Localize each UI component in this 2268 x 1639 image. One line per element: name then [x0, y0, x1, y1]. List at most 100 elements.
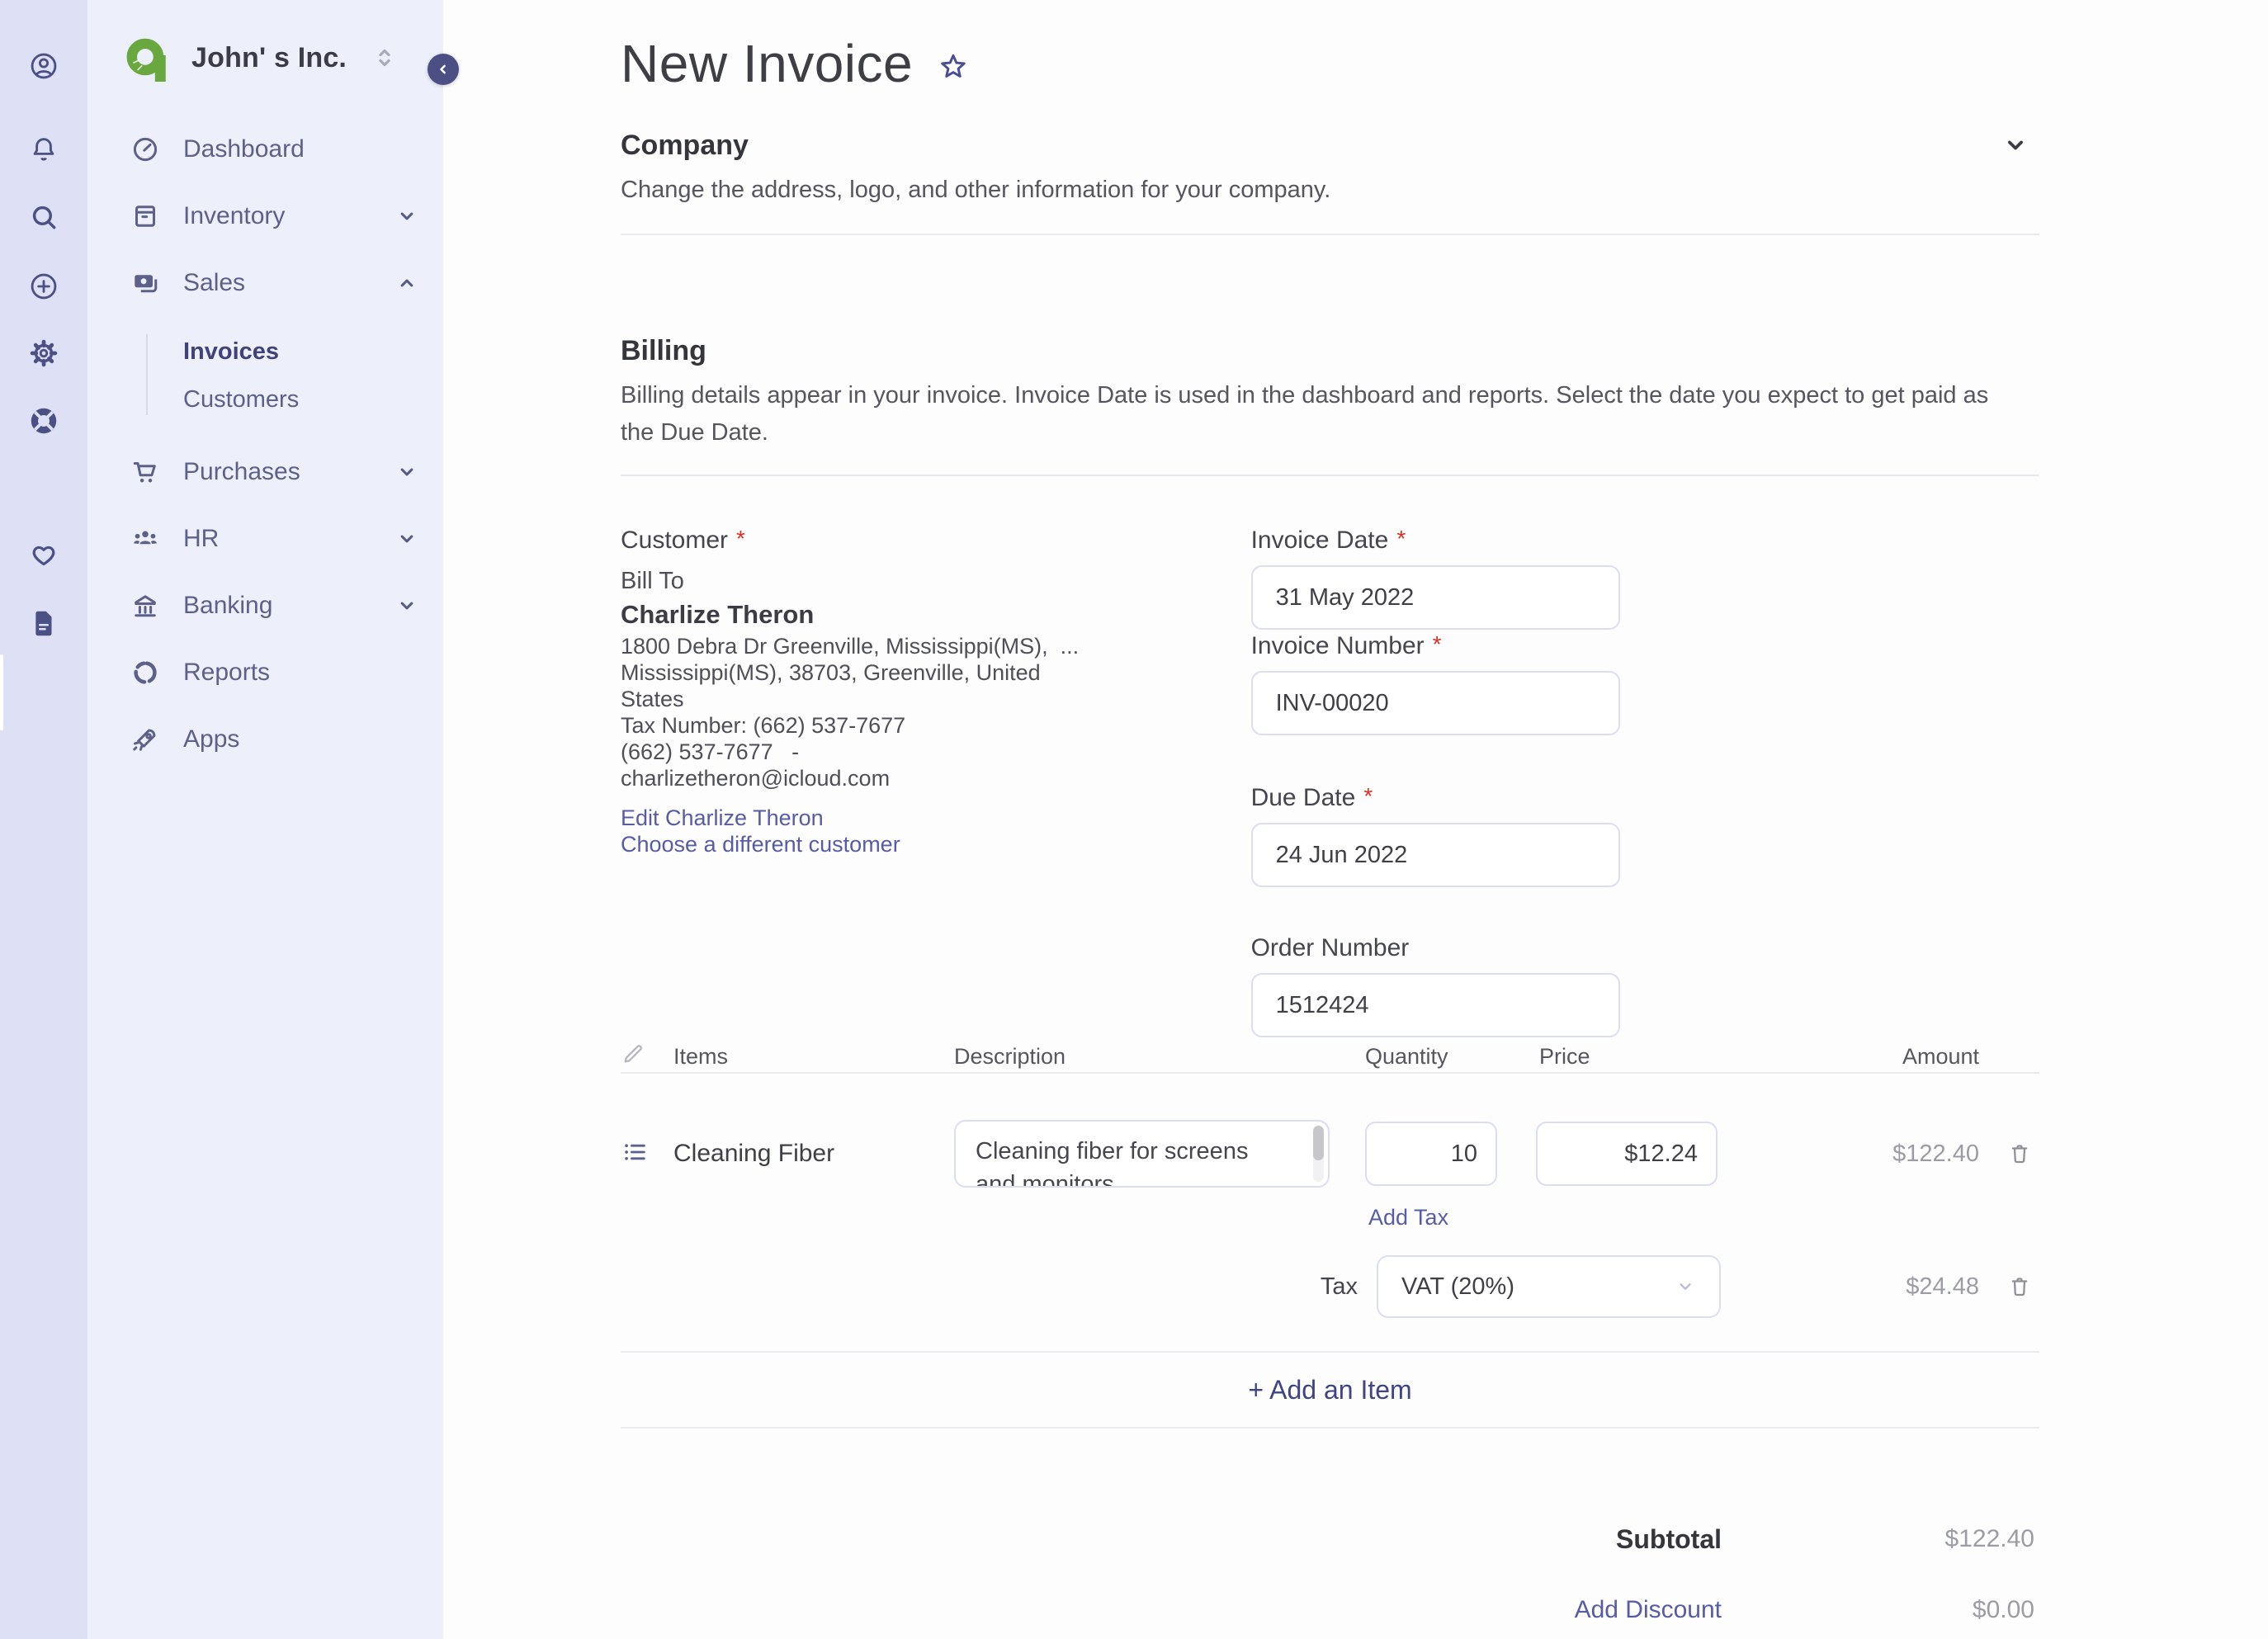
- column-header-items: Items: [673, 1043, 729, 1069]
- required-mark: *: [1363, 783, 1373, 809]
- chevron-left-icon: [440, 64, 446, 74]
- main-content: New Invoice Company Change the address, …: [443, 0, 2268, 1639]
- bill-to-label: Bill To: [621, 568, 684, 594]
- sidebar-item-dashboard[interactable]: Dashboard: [87, 116, 443, 182]
- add-item-button[interactable]: + Add an Item: [1248, 1375, 1411, 1405]
- banking-icon: [130, 591, 160, 621]
- divider: [621, 1072, 2039, 1074]
- item-description-textarea[interactable]: Cleaning fiber for screens and monitors: [954, 1120, 1330, 1188]
- due-date-input[interactable]: [1250, 823, 1620, 887]
- chevron-down-icon: [400, 535, 413, 542]
- subtotal-label: Subtotal: [1616, 1523, 1722, 1554]
- company-switcher[interactable]: John' s Inc.: [87, 0, 443, 82]
- item-description-text: Cleaning fiber for screens and monitors: [976, 1138, 1249, 1188]
- app-window: John' s Inc. Dashboard Inventory Sales I…: [0, 0, 2268, 1639]
- tax-select[interactable]: VAT (20%): [1377, 1255, 1721, 1318]
- customer-label: Customer *: [621, 526, 745, 554]
- price-input[interactable]: [1536, 1122, 1718, 1186]
- discount-row: Add Discount $0.00: [621, 1592, 2039, 1628]
- add-tax-link[interactable]: Add Tax: [1368, 1205, 1448, 1230]
- sidebar-nav: Dashboard Inventory Sales Invoices Custo…: [87, 116, 443, 772]
- items-table: Items Description Quantity Price Amount …: [621, 1041, 2039, 1429]
- notifications-icon[interactable]: [27, 133, 60, 166]
- delete-item-icon[interactable]: [2007, 1141, 2032, 1166]
- item-amount: $122.40: [1892, 1140, 1979, 1167]
- invoice-number-input[interactable]: [1250, 671, 1620, 735]
- item-row: Cleaning Fiber Cleaning fiber for screen…: [621, 1120, 2039, 1188]
- help-icon[interactable]: [27, 404, 60, 437]
- sidebar-item-purchases[interactable]: Purchases: [87, 438, 443, 505]
- reports-icon: [130, 658, 160, 687]
- sidebar-collapse-button[interactable]: [428, 54, 459, 85]
- sidebar-item-banking[interactable]: Banking: [87, 572, 443, 639]
- sidebar-item-reports[interactable]: Reports: [87, 639, 443, 706]
- sidebar-item-label: Banking: [183, 591, 273, 619]
- quantity-input[interactable]: [1365, 1122, 1497, 1186]
- inventory-icon: [130, 201, 160, 231]
- sidebar-item-label: Customers: [183, 385, 300, 413]
- chevron-up-icon: [400, 279, 413, 286]
- sidebar-item-label: Dashboard: [183, 135, 305, 163]
- favorites-icon[interactable]: [27, 538, 60, 571]
- sidebar-item-hr[interactable]: HR: [87, 505, 443, 572]
- customer-block: Customer * Bill To Charlize Theron 1800 D…: [621, 524, 1251, 1037]
- order-number-input[interactable]: [1250, 973, 1620, 1037]
- company-switch-icon[interactable]: [372, 45, 397, 70]
- tax-label: Tax: [1320, 1273, 1358, 1300]
- sidebar-item-inventory[interactable]: Inventory: [87, 182, 443, 249]
- customer-address-line: Mississippi(MS), 38703, Greenville, Unit…: [621, 660, 1041, 685]
- profile-icon[interactable]: [27, 50, 60, 83]
- customer-address-line: 1800 Debra Dr Greenville, Mississippi(MS…: [621, 634, 1080, 659]
- item-name[interactable]: Cleaning Fiber: [673, 1140, 954, 1168]
- chevron-down-icon: [400, 212, 413, 220]
- pencil-icon: [624, 1044, 642, 1062]
- invoice-date-input[interactable]: [1250, 565, 1620, 630]
- documents-icon[interactable]: [27, 607, 60, 640]
- delete-tax-icon[interactable]: [2007, 1274, 2032, 1299]
- sidebar-item-sales[interactable]: Sales: [87, 249, 443, 316]
- chevron-down-icon[interactable]: [2001, 131, 2029, 159]
- search-icon[interactable]: [27, 201, 60, 234]
- favorite-star-icon[interactable]: [936, 50, 971, 85]
- billing-section-title: Billing: [621, 335, 706, 366]
- add-icon[interactable]: [27, 270, 60, 303]
- company-logo-icon: [126, 38, 166, 82]
- sidebar-item-label: Inventory: [183, 201, 286, 229]
- divider: [621, 475, 2039, 476]
- billing-section-description: Billing details appear in your invoice. …: [621, 382, 1989, 446]
- divider: [621, 1427, 2039, 1429]
- sidebar-item-apps[interactable]: Apps: [87, 706, 443, 772]
- sales-submenu: Invoices Customers: [87, 328, 443, 423]
- edit-customer-link[interactable]: Edit Charlize Theron: [621, 805, 1251, 831]
- hr-icon: [130, 524, 160, 554]
- sidebar-item-customers[interactable]: Customers: [87, 376, 443, 423]
- tax-row: Tax VAT (20%) $24.48: [621, 1255, 2039, 1318]
- invoice-date-label: Invoice Date *: [1250, 526, 1406, 554]
- sidebar-item-invoices[interactable]: Invoices: [87, 328, 443, 376]
- apps-icon: [130, 725, 160, 754]
- customer-name: Charlize Theron: [621, 600, 815, 629]
- column-header-quantity: Quantity: [1365, 1043, 1448, 1069]
- company-name: John' s Inc.: [191, 41, 347, 73]
- settings-icon[interactable]: [27, 337, 60, 370]
- required-mark: *: [736, 526, 745, 551]
- company-section-description: Change the address, logo, and other info…: [621, 177, 1331, 203]
- tax-amount: $24.48: [1906, 1273, 1979, 1300]
- divider: [621, 234, 2039, 235]
- column-header-price: Price: [1539, 1043, 1590, 1069]
- customer-tax-number: Tax Number: (662) 537-7677: [621, 713, 906, 738]
- dashboard-icon: [130, 135, 160, 164]
- chevron-down-icon: [400, 602, 413, 609]
- page-title: New Invoice: [621, 34, 914, 93]
- column-header-amount: Amount: [1902, 1043, 1979, 1069]
- choose-customer-link[interactable]: Choose a different customer: [621, 831, 1251, 857]
- purchases-icon: [130, 457, 160, 487]
- sidebar-item-label: Apps: [183, 725, 240, 753]
- item-list-icon[interactable]: [621, 1138, 649, 1166]
- items-table-header: Items Description Quantity Price Amount: [621, 1041, 2039, 1072]
- invoice-fields: Invoice Date* Invoice Number* Due Date* …: [1250, 524, 2039, 1037]
- customer-address-line: States: [621, 687, 684, 711]
- scrollbar-thumb[interactable]: [1313, 1126, 1324, 1160]
- sidebar: John' s Inc. Dashboard Inventory Sales I…: [87, 0, 443, 1639]
- add-discount-link[interactable]: Add Discount: [621, 1596, 1722, 1624]
